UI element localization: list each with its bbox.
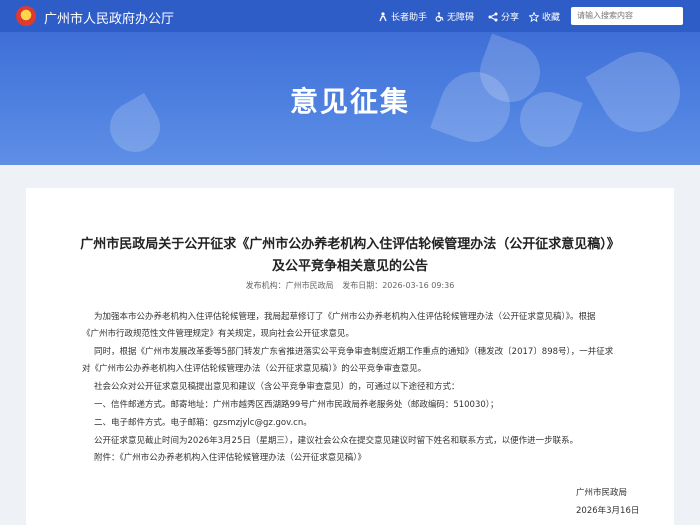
elderly-icon — [379, 11, 387, 21]
search-input[interactable] — [571, 7, 683, 25]
paragraph: 对《广州市公办养老机构入住评估轮候管理办法（公开征求意见稿）》的公平竞争审查意见… — [82, 364, 427, 374]
paragraph: 一、信件邮递方式。邮寄地址：广州市越秀区西湖路99号广州市民政局养老服务处（邮政… — [94, 400, 499, 410]
article-meta: 发布机构：广州市民政局 发布日期：2026-03-16 09:36 — [26, 280, 674, 291]
elderly-assistant-label: 长者助手 — [391, 13, 428, 23]
favorite-button[interactable]: 收藏 — [529, 10, 560, 23]
favorite-label: 收藏 — [542, 13, 561, 23]
paragraph: 社会公众对公开征求意见稿提出意见和建议（含公平竞争审查意见）的，可通过以下途径和… — [94, 382, 460, 392]
email-paragraph[interactable]: 二、电子邮件方式。电子邮箱：gzsmzjylc@gz.gov.cn。 — [94, 416, 312, 428]
share-label: 分享 — [501, 13, 520, 23]
attachment-link[interactable]: 附件：《广州市公办养老机构入住评估轮候管理办法（公开征求意见稿）》 — [94, 451, 366, 463]
paragraph: 公开征求意见截止时间为2026年3月25日（星期三），建议社会公众在提交意见建议… — [94, 436, 579, 446]
star-icon — [529, 11, 539, 22]
paragraph: 《广州市行政规范性文件管理规定》有关规定，现向社会公开征求意见。 — [82, 329, 355, 339]
accessibility-button[interactable]: 无障碍 — [434, 10, 474, 23]
share-icon — [488, 12, 498, 21]
accessibility-label: 无障碍 — [447, 13, 475, 23]
top-header-bar: 广州市人民政府办公厅 长者助手 无障碍 分享 收藏 — [0, 0, 700, 32]
signature: 广州市民政局 — [576, 488, 628, 498]
banner: 意见征集 — [0, 32, 700, 165]
share-button[interactable]: 分享 — [488, 10, 519, 23]
sign-date: 2026年3月16日 — [576, 506, 640, 516]
article-title-line: 广州市民政局关于公开征求《广州市公办养老机构入住评估轮候管理办法（公开征求意见稿… — [80, 237, 620, 252]
wheelchair-icon — [435, 11, 444, 22]
paragraph: 为加强本市公办养老机构入住评估轮候管理，我局起草修订了《广州市公办养老机构入住评… — [94, 312, 596, 322]
national-emblem-icon — [16, 6, 36, 26]
article-title: 广州市民政局关于公开征求《广州市公办养老机构入住评估轮候管理办法（公开征求意见稿… — [26, 234, 674, 278]
paragraph: 同时，根据《广州市发展改革委等5部门转发广东省推进落实公平竞争审查制度近期工作重… — [94, 347, 614, 357]
article-card: 广州市民政局关于公开征求《广州市公办养老机构入住评估轮候管理办法（公开征求意见稿… — [26, 188, 674, 525]
publisher: 发布机构：广州市民政局 — [245, 281, 334, 290]
publish-date: 发布日期：2026-03-16 09:36 — [342, 281, 455, 290]
site-title[interactable]: 广州市人民政府办公厅 — [44, 8, 174, 27]
article-title-line: 及公平竞争相关意见的公告 — [271, 259, 428, 274]
banner-title: 意见征集 — [289, 85, 410, 118]
elderly-assistant-button[interactable]: 长者助手 — [378, 10, 427, 23]
